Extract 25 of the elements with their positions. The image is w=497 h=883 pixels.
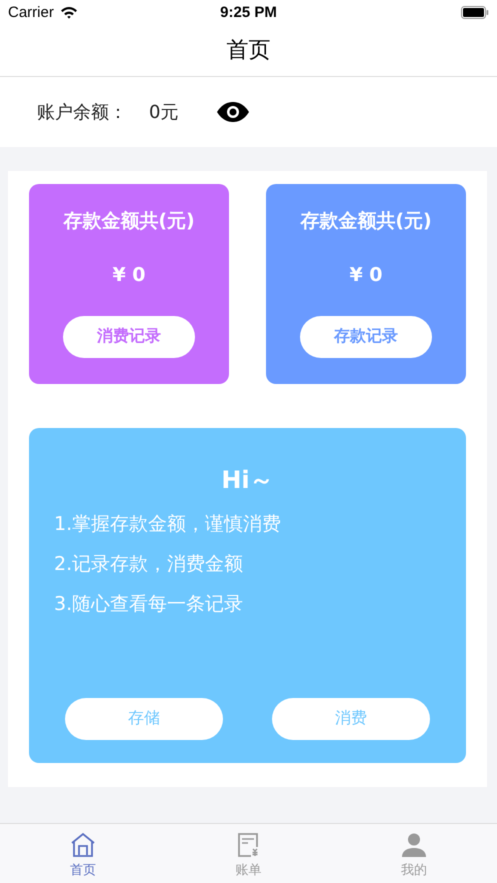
info-line: 1.掌握存款金额，谨慎消费 [54,512,282,536]
card-title: 存款金额共(元) [63,208,195,234]
battery-icon [461,6,489,19]
tab-item[interactable]: 账单 [222,824,276,883]
action-button[interactable]: 存储 [65,698,223,740]
home-icon [70,832,96,858]
card-amount: ¥ 0 [349,264,383,286]
tab-item[interactable]: 首页 [56,824,110,883]
records-button[interactable]: 存款记录 [300,316,432,358]
eye-icon[interactable] [216,100,250,123]
balance-label: 账户余额： [37,100,127,124]
page-title: 首页 [226,37,270,66]
info-heading: Hi～ [221,464,274,496]
card-amount: ¥ 0 [112,264,146,286]
card-title: 存款金额共(元) [300,208,432,234]
tab-item[interactable]: 我的 [387,824,441,883]
status-time: 9:25 PM [220,4,277,21]
info-line: 3.随心查看每一条记录 [54,592,244,616]
records-button[interactable]: 消费记录 [63,316,195,358]
balance-value: 0元 [149,100,178,124]
action-button[interactable]: 消费 [272,698,430,740]
info-line: 2.记录存款，消费金额 [54,552,244,576]
wifi-icon [60,6,78,19]
carrier-label: Carrier [8,4,54,21]
user-icon [401,832,427,858]
